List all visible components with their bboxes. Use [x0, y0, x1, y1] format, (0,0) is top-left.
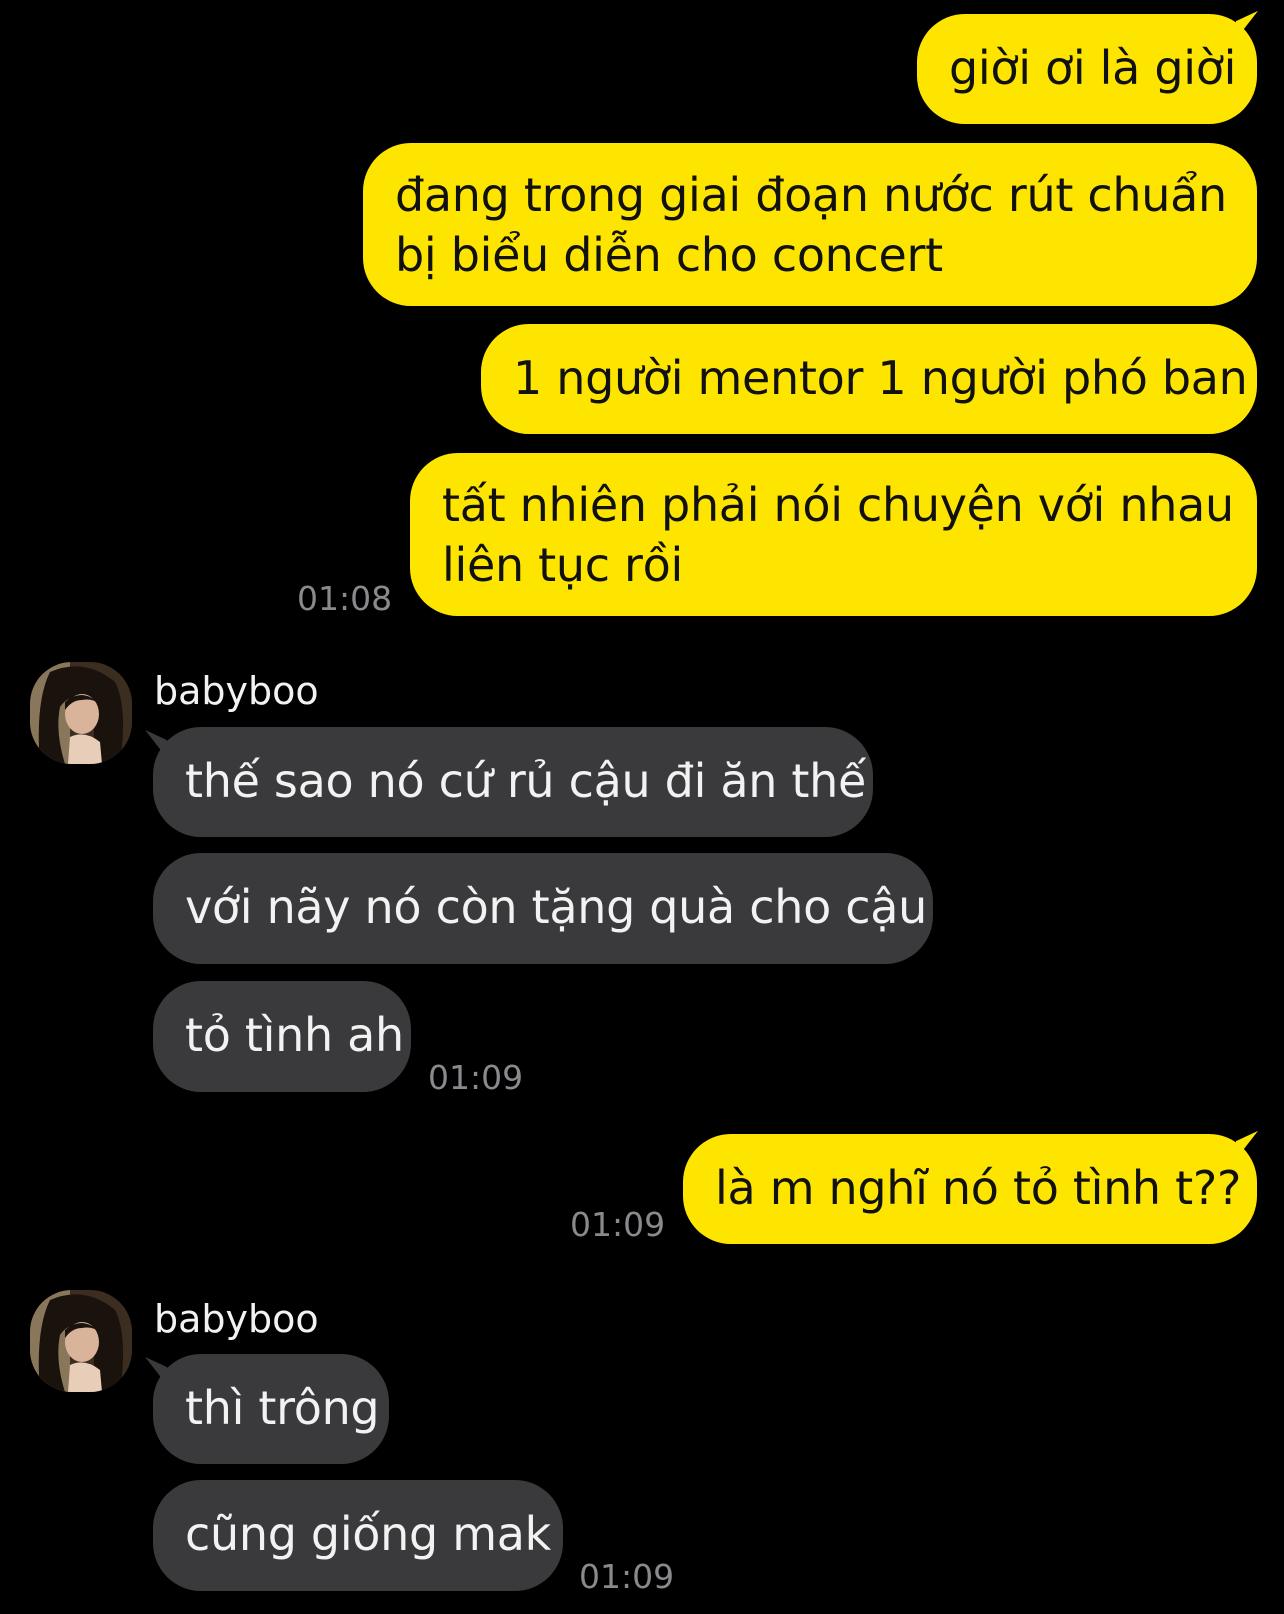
message-text: thế sao nó cứ rủ cậu đi ăn thế	[185, 754, 867, 808]
avatar[interactable]	[30, 1290, 132, 1392]
incoming-message[interactable]: với nãy nó còn tặng quà cho cậu	[153, 853, 933, 964]
message-text: cũng giống mak	[185, 1507, 551, 1561]
message-timestamp: 01:09	[570, 1205, 666, 1244]
avatar-photo-icon	[30, 1290, 132, 1392]
message-timestamp: 01:09	[579, 1557, 675, 1596]
message-text: 1 người mentor 1 người phó ban	[513, 351, 1248, 405]
message-text: tỏ tình ah	[185, 1008, 404, 1062]
incoming-message[interactable]: thì trông	[153, 1354, 389, 1464]
incoming-message[interactable]: tỏ tình ah	[153, 981, 411, 1092]
incoming-message[interactable]: thế sao nó cứ rủ cậu đi ăn thế	[153, 727, 873, 837]
message-text: với nãy nó còn tặng quà cho cậu	[185, 880, 927, 934]
message-text: thì trông	[185, 1381, 380, 1435]
message-text-line: bị biểu diễn cho concert	[395, 228, 943, 282]
outgoing-message[interactable]: 1 người mentor 1 người phó ban	[481, 324, 1257, 434]
outgoing-message[interactable]: là m nghĩ nó tỏ tình t??	[683, 1134, 1257, 1244]
incoming-message[interactable]: cũng giống mak	[153, 1480, 563, 1591]
outgoing-message[interactable]: giời ơi là giời	[917, 14, 1257, 124]
message-text-line: đang trong giai đoạn nước rút chuẩn	[395, 168, 1227, 222]
sender-name: babyboo	[154, 1297, 319, 1341]
message-text: giời ơi là giời	[949, 41, 1237, 95]
sender-name: babyboo	[154, 669, 319, 713]
message-timestamp: 01:08	[297, 579, 393, 618]
outgoing-message[interactable]: tất nhiên phải nói chuyện với nhau liên …	[410, 453, 1257, 616]
avatar-photo-icon	[30, 662, 132, 764]
outgoing-message[interactable]: đang trong giai đoạn nước rút chuẩn bị b…	[363, 143, 1257, 306]
message-text-line: tất nhiên phải nói chuyện với nhau	[442, 478, 1234, 532]
message-text: là m nghĩ nó tỏ tình t??	[715, 1161, 1242, 1215]
avatar[interactable]	[30, 662, 132, 764]
message-text-line: liên tục rồi	[442, 538, 683, 592]
message-timestamp: 01:09	[428, 1058, 524, 1097]
